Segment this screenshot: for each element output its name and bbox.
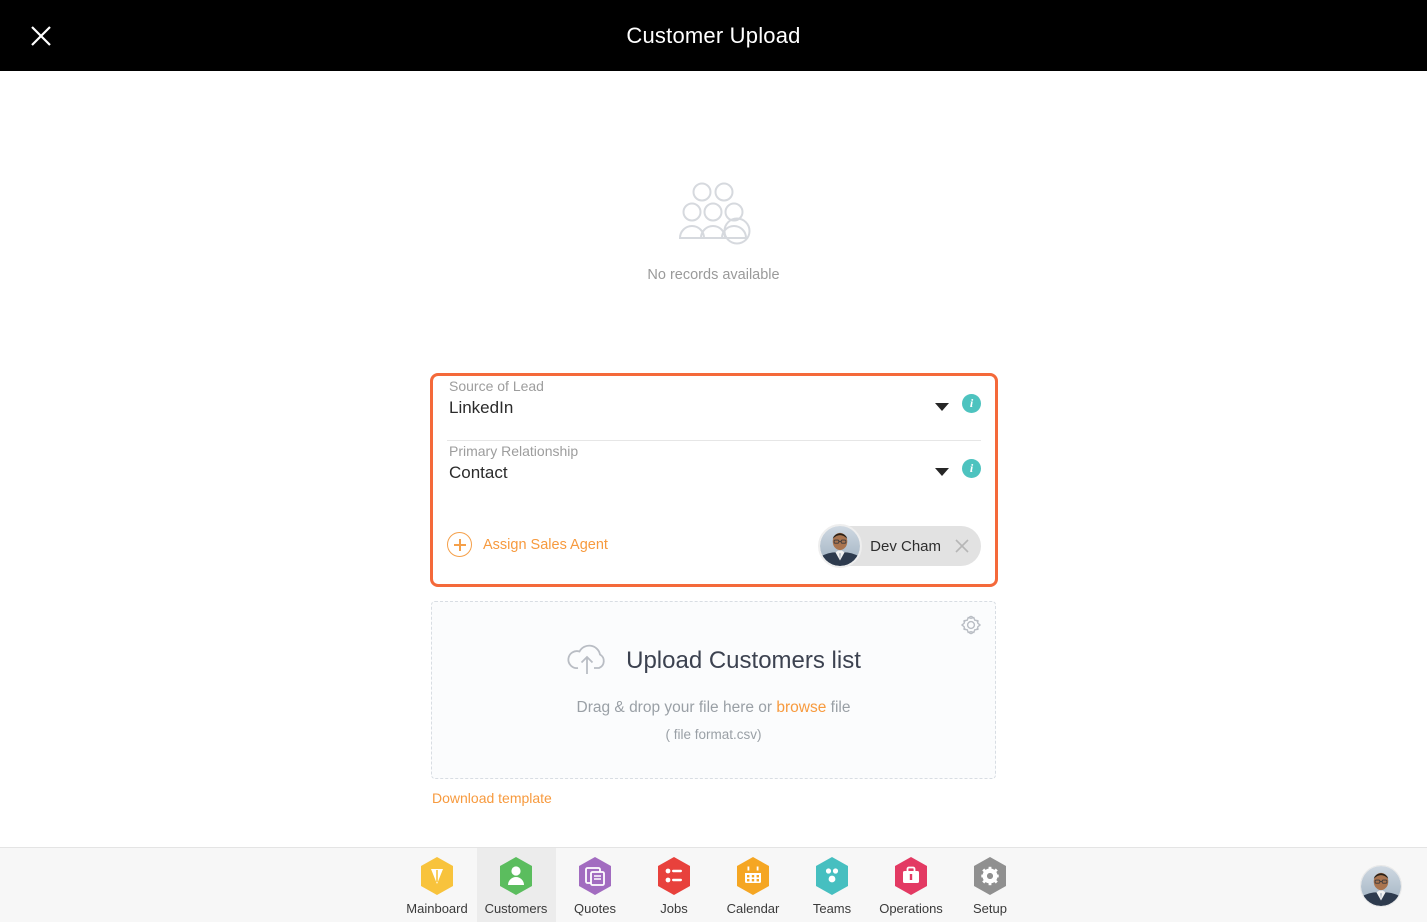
nav-item-quotes[interactable]: Quotes [556, 848, 635, 922]
field-source-of-lead[interactable]: Source of Lead LinkedIn i [447, 376, 981, 441]
user-avatar[interactable] [1360, 865, 1402, 907]
assign-sales-agent-button[interactable]: Assign Sales Agent [447, 532, 608, 557]
modal-header: Customer Upload [0, 0, 1427, 71]
mainboard-icon [419, 856, 455, 896]
cloud-upload-icon [567, 644, 605, 674]
instruction-suffix: file [826, 699, 851, 716]
file-dropzone[interactable]: Upload Customers list Drag & drop your f… [431, 601, 996, 779]
assigned-agent-chip[interactable]: Dev Cham [818, 524, 981, 568]
close-icon[interactable] [953, 537, 971, 555]
field-value: Contact [449, 463, 508, 482]
nav-item-customers[interactable]: Customers [476, 848, 556, 922]
dropzone-instruction: Drag & drop your file here or browse fil… [432, 699, 995, 717]
chevron-down-icon[interactable] [935, 468, 949, 476]
nav-item-operations[interactable]: Operations [872, 848, 951, 922]
avatar [818, 524, 863, 568]
teams-icon [814, 856, 850, 896]
info-icon[interactable]: i [962, 394, 981, 413]
field-row: Source of Lead LinkedIn i [447, 376, 981, 441]
nav-label: Teams [812, 900, 852, 916]
jobs-icon [656, 856, 692, 896]
nav-label: Jobs [660, 900, 688, 916]
field-row: Primary Relationship Contact i [447, 441, 981, 506]
quotes-icon [577, 856, 613, 896]
calendar-icon [735, 856, 771, 896]
page-title: Customer Upload [626, 22, 801, 48]
instruction-prefix: Drag & drop your file here or [576, 699, 777, 716]
agent-name: Dev Cham [870, 537, 941, 555]
gear-icon[interactable] [959, 613, 983, 637]
nav-label: Customers [484, 900, 548, 916]
plus-circle-icon [447, 532, 472, 557]
setup-icon [972, 856, 1008, 896]
lead-settings-panel: Source of Lead LinkedIn i Primary Relati… [430, 373, 998, 587]
field-label: Primary Relationship [449, 443, 579, 459]
nav-item-jobs[interactable]: Jobs [635, 848, 714, 922]
close-icon [31, 26, 51, 46]
people-group-icon [678, 182, 750, 245]
nav-item-calendar[interactable]: Calendar [714, 848, 793, 922]
empty-state: No records available [0, 181, 1427, 283]
dropzone-title: Upload Customers list [626, 647, 861, 674]
avatar-image [1361, 866, 1401, 906]
bottom-navigation: Mainboard Customers Quotes Jobs Calendar… [0, 847, 1427, 922]
assign-sales-agent-label: Assign Sales Agent [483, 536, 608, 553]
field-label: Source of Lead [449, 378, 544, 394]
browse-link[interactable]: browse [776, 699, 826, 716]
empty-state-message: No records available [647, 267, 780, 283]
nav-item-mainboard[interactable]: Mainboard [398, 848, 477, 922]
field-primary-relationship[interactable]: Primary Relationship Contact i [447, 441, 981, 506]
dropzone-heading: Upload Customers list [432, 642, 995, 680]
file-format-hint: ( file format.csv) [665, 727, 762, 742]
nav-item-setup[interactable]: Setup [951, 848, 1030, 922]
customers-icon [498, 856, 534, 896]
customer-upload-screen: Customer Upload No records available Sou… [0, 0, 1427, 922]
field-value: LinkedIn [449, 398, 514, 417]
chevron-down-icon[interactable] [935, 403, 949, 411]
nav-label: Calendar [726, 900, 780, 916]
assign-agent-row: Assign Sales Agent Dev Cham [433, 506, 995, 584]
nav-label: Quotes [574, 900, 616, 916]
nav-label: Mainboard [406, 900, 468, 916]
info-icon[interactable]: i [962, 459, 981, 478]
main-content: No records available Source of Lead Link… [0, 71, 1427, 847]
download-template-link[interactable]: Download template [432, 790, 552, 806]
nav-items: Mainboard Customers Quotes Jobs Calendar… [0, 848, 1427, 922]
nav-label: Operations [879, 900, 943, 916]
nav-item-teams[interactable]: Teams [793, 848, 872, 922]
nav-label: Setup [973, 900, 1007, 916]
avatar-image [820, 526, 861, 566]
operations-icon [893, 856, 929, 896]
close-button[interactable] [24, 19, 58, 53]
